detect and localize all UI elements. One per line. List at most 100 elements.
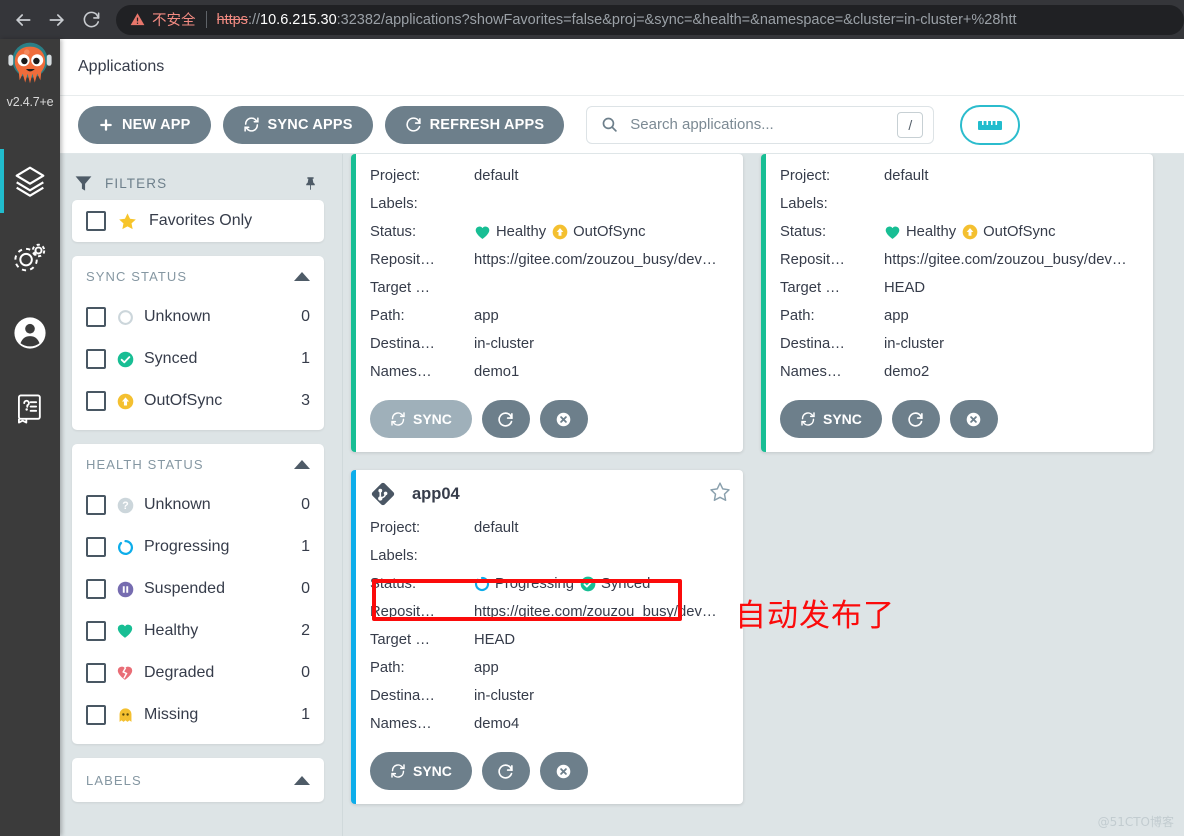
application-card[interactable]: Project: default Labels: Status: Healthy…: [351, 154, 743, 452]
new-app-button[interactable]: NEW APP: [78, 105, 211, 144]
tiles-view-toggle-button[interactable]: [960, 104, 1021, 145]
card-sync-button[interactable]: SYNC: [370, 752, 472, 790]
browser-forward-button[interactable]: [40, 3, 74, 37]
filter-row-health-healthy[interactable]: Healthy 2: [72, 610, 324, 652]
url-text: https://10.6.215.30:32382/applications?s…: [217, 12, 1017, 28]
filters-panel: FILTERS Favorites Only SYNC STATUS Unkno…: [60, 154, 343, 836]
search-applications-box[interactable]: /: [586, 105, 935, 144]
search-icon: [601, 116, 618, 133]
filter-row-health-missing[interactable]: Missing 1: [72, 694, 324, 736]
applications-toolbar: NEW APP SYNC APPS REFRESH APPS Search ap…: [60, 96, 1184, 154]
filter-checkbox-sync-outofsync[interactable]: [86, 391, 106, 411]
card-sync-button[interactable]: SYNC: [370, 400, 472, 438]
card-refresh-button[interactable]: [891, 400, 940, 438]
sync-status-section-header[interactable]: SYNC STATUS: [72, 256, 324, 296]
card-sync-button-label: SYNC: [413, 763, 452, 779]
layers-icon: [15, 166, 45, 197]
card-key-labels: Labels:: [370, 196, 418, 212]
card-health-label: Healthy: [906, 224, 957, 240]
page-title: Applications: [78, 58, 165, 75]
filter-checkbox-sync-unknown[interactable]: [86, 307, 106, 327]
card-refresh-button[interactable]: [481, 400, 530, 438]
filter-checkbox-health-progressing[interactable]: [86, 537, 106, 557]
card-key-namespace: Names…: [780, 364, 842, 380]
filter-row-health-unknown[interactable]: ? Unknown 0: [72, 484, 324, 526]
card-delete-button[interactable]: [539, 752, 588, 790]
card-key-labels: Labels:: [370, 548, 418, 564]
sidebar-item-settings[interactable]: [0, 219, 60, 295]
card-key-path: Path:: [370, 660, 405, 676]
card-refresh-button[interactable]: [481, 752, 530, 790]
chevron-up-icon[interactable]: [294, 775, 310, 785]
close-circle-icon: [557, 412, 571, 426]
labels-section-header[interactable]: LABELS: [72, 758, 324, 802]
browser-back-button[interactable]: [6, 3, 40, 37]
filter-row-sync-unknown[interactable]: Unknown 0: [72, 296, 324, 338]
chevron-up-icon[interactable]: [294, 271, 310, 281]
card-app-name: app04: [412, 484, 460, 503]
filter-checkbox-health-unknown[interactable]: [86, 495, 106, 515]
favorite-star-icon[interactable]: [709, 481, 731, 508]
filter-label-sync-unknown: Unknown: [144, 308, 211, 325]
address-bar[interactable]: 不安全 https://10.6.215.30:32382/applicatio…: [116, 4, 1184, 35]
filter-row-health-progressing[interactable]: Progressing 1: [72, 526, 324, 568]
browser-reload-button[interactable]: [74, 3, 108, 37]
pin-icon[interactable]: [303, 175, 318, 192]
filter-label-health-unknown: Unknown: [144, 496, 211, 513]
sync-apps-label: SYNC APPS: [267, 116, 353, 133]
sync-apps-button[interactable]: SYNC APPS: [222, 105, 373, 144]
sidebar-item-applications[interactable]: [0, 143, 60, 219]
filter-count-health-healthy: 2: [301, 622, 310, 639]
filter-count-sync-unknown: 0: [301, 308, 310, 325]
check-circle-icon: [580, 576, 596, 592]
sync-icon: [243, 117, 259, 132]
card-key-destination: Destina…: [370, 688, 435, 704]
favorites-only-row[interactable]: Favorites Only: [72, 200, 324, 242]
application-card[interactable]: Project: default Labels: Status: Healthy…: [761, 154, 1153, 452]
filter-checkbox-health-missing[interactable]: [86, 705, 106, 725]
favorites-only-checkbox[interactable]: [86, 211, 106, 231]
refresh-icon: [498, 763, 514, 779]
search-shortcut-badge: /: [897, 111, 924, 138]
filter-checkbox-health-degraded[interactable]: [86, 663, 106, 683]
filter-row-sync-synced[interactable]: Synced 1: [72, 338, 324, 380]
card-sync-button[interactable]: SYNC: [780, 400, 882, 438]
applications-grid: Project: default Labels: Status: Healthy…: [351, 154, 1176, 804]
card-key-status: Status:: [370, 576, 417, 592]
sidebar-item-user-info[interactable]: [0, 295, 60, 371]
card-delete-button[interactable]: [539, 400, 588, 438]
card-value-repository: https://gitee.com/zouzou_busy/dev…: [474, 252, 717, 268]
filter-checkbox-health-healthy[interactable]: [86, 621, 106, 641]
favorites-only-label: Favorites Only: [149, 212, 253, 229]
card-key-namespace: Names…: [370, 364, 432, 380]
card-sync-status: OutOfSync: [962, 224, 1056, 240]
card-key-destination: Destina…: [370, 336, 435, 352]
search-input[interactable]: [618, 116, 898, 133]
labels-filter-panel: LABELS: [72, 758, 324, 802]
filter-checkbox-health-suspended[interactable]: [86, 579, 106, 599]
card-health-status: Healthy: [474, 224, 546, 241]
refresh-icon: [498, 411, 514, 427]
star-icon: [119, 212, 136, 229]
filter-checkbox-sync-synced[interactable]: [86, 349, 106, 369]
card-actions: SYNC: [780, 400, 1141, 438]
application-card-app04[interactable]: app04 Project: default Labels: Status: P…: [351, 470, 743, 804]
card-row-project: Project: default: [780, 162, 1141, 190]
filter-row-health-suspended[interactable]: Suspended 0: [72, 568, 324, 610]
card-row-repository: Reposit… https://gitee.com/zouzou_busy/d…: [370, 246, 731, 274]
sidebar-item-documentation[interactable]: [0, 371, 60, 447]
page-area: Applications NEW APP SYNC APPS REFRESH A…: [60, 39, 1184, 836]
health-status-filter-panel: HEALTH STATUS ? Unknown 0 Progressing 1 …: [72, 444, 324, 744]
health-status-section-header[interactable]: HEALTH STATUS: [72, 444, 324, 484]
refresh-apps-button[interactable]: REFRESH APPS: [384, 105, 565, 144]
chevron-up-icon[interactable]: [294, 459, 310, 469]
card-value-repository: https://gitee.com/zouzou_busy/dev…: [884, 252, 1127, 268]
arrow-up-circle-icon: [116, 392, 134, 410]
close-circle-icon: [557, 764, 571, 778]
card-row-target-revision: Target …: [370, 274, 731, 302]
card-delete-button[interactable]: [949, 400, 998, 438]
filter-row-health-degraded[interactable]: Degraded 0: [72, 652, 324, 694]
filter-row-sync-outofsync[interactable]: OutOfSync 3: [72, 380, 324, 422]
card-value-path: app: [474, 660, 499, 676]
card-value-repository: https://gitee.com/zouzou_busy/dev…: [474, 604, 717, 620]
